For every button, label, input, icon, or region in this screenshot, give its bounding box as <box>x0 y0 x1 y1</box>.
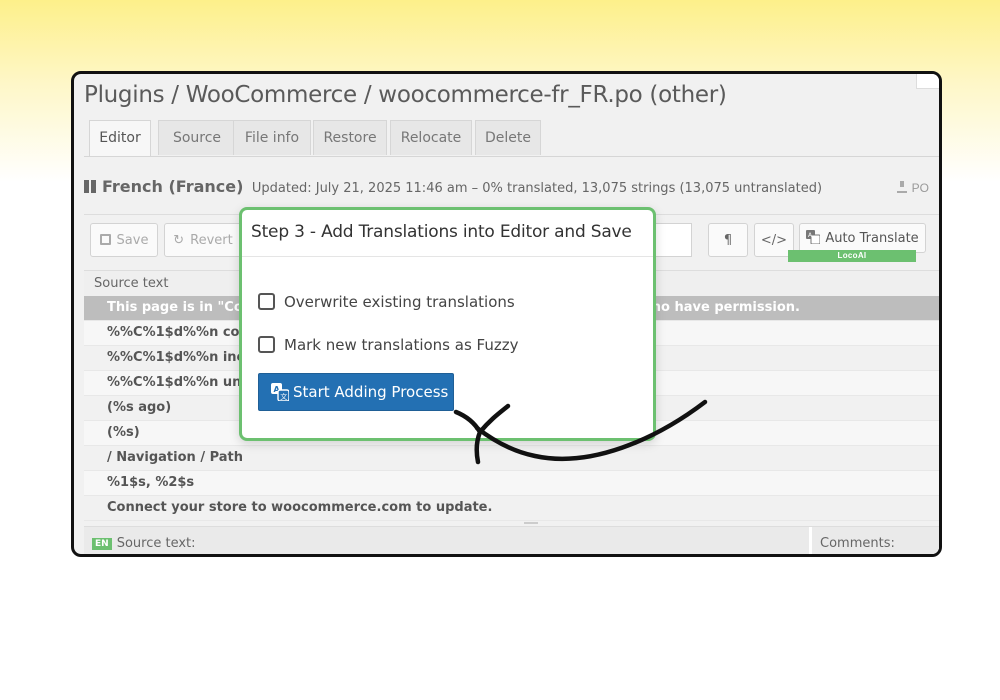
source-text-label: Source text: <box>116 536 196 551</box>
dialog-divider <box>242 256 653 257</box>
auto-translate-button[interactable]: A Auto Translate <box>799 223 926 253</box>
translate-icon: A文 <box>271 383 289 401</box>
comments-pane: Comments: <box>809 527 939 554</box>
table-row[interactable]: Connect your store to woocommerce.com to… <box>84 496 939 521</box>
locoai-badge: LocoAI <box>788 250 916 262</box>
start-adding-label: Start Adding Process <box>293 383 449 401</box>
language-row: French (France) Updated: July 21, 2025 1… <box>84 177 929 201</box>
start-adding-button[interactable]: A文 Start Adding Process <box>258 373 454 411</box>
overwrite-label: Overwrite existing translations <box>284 293 515 311</box>
save-button[interactable]: Save <box>90 223 158 257</box>
tab-source[interactable]: Source <box>158 120 236 155</box>
tab-relocate[interactable]: Relocate <box>390 120 472 155</box>
overwrite-option[interactable]: Overwrite existing translations <box>258 293 515 315</box>
breadcrumb: Plugins / WooCommerce / woocommerce-fr_F… <box>84 82 727 108</box>
svg-text:文: 文 <box>280 392 287 401</box>
revert-button[interactable]: ↻ Revert <box>164 223 242 257</box>
revert-icon: ↻ <box>173 233 185 248</box>
overwrite-checkbox[interactable] <box>258 293 275 310</box>
revert-label: Revert <box>190 233 233 248</box>
source-pane: EN Source text: Comments: <box>84 526 939 554</box>
po-download[interactable]: PO <box>896 181 929 195</box>
auto-translate-label: Auto Translate <box>825 231 919 246</box>
tab-restore[interactable]: Restore <box>313 120 387 155</box>
tab-editor[interactable]: Editor <box>89 120 151 157</box>
source-text-header-label: Source text <box>94 276 169 291</box>
dialog-title: Step 3 - Add Translations into Editor an… <box>251 222 632 242</box>
corner-box <box>916 74 939 89</box>
pointer-arrow-icon <box>453 399 708 465</box>
source-pane-label: EN Source text: <box>92 536 196 551</box>
tab-divider <box>84 156 939 157</box>
fuzzy-label: Mark new translations as Fuzzy <box>284 336 519 354</box>
pane-resize-handle[interactable] <box>524 522 538 524</box>
tab-delete[interactable]: Delete <box>475 120 541 155</box>
language-name: French (France) <box>102 177 244 196</box>
po-download-label: PO <box>911 181 929 195</box>
save-icon <box>99 234 111 245</box>
save-label: Save <box>116 233 149 248</box>
language-flag-icon <box>84 180 96 193</box>
translate-icon: A <box>806 230 821 245</box>
tab-file-info[interactable]: File info <box>233 120 311 155</box>
en-badge: EN <box>92 538 112 550</box>
language-meta: Updated: July 21, 2025 11:46 am – 0% tra… <box>251 181 823 196</box>
fuzzy-checkbox[interactable] <box>258 336 275 353</box>
invisibles-button[interactable]: ¶ <box>708 223 748 257</box>
comments-label: Comments: <box>820 536 895 551</box>
fuzzy-option[interactable]: Mark new translations as Fuzzy <box>258 336 518 358</box>
download-icon <box>896 181 907 193</box>
